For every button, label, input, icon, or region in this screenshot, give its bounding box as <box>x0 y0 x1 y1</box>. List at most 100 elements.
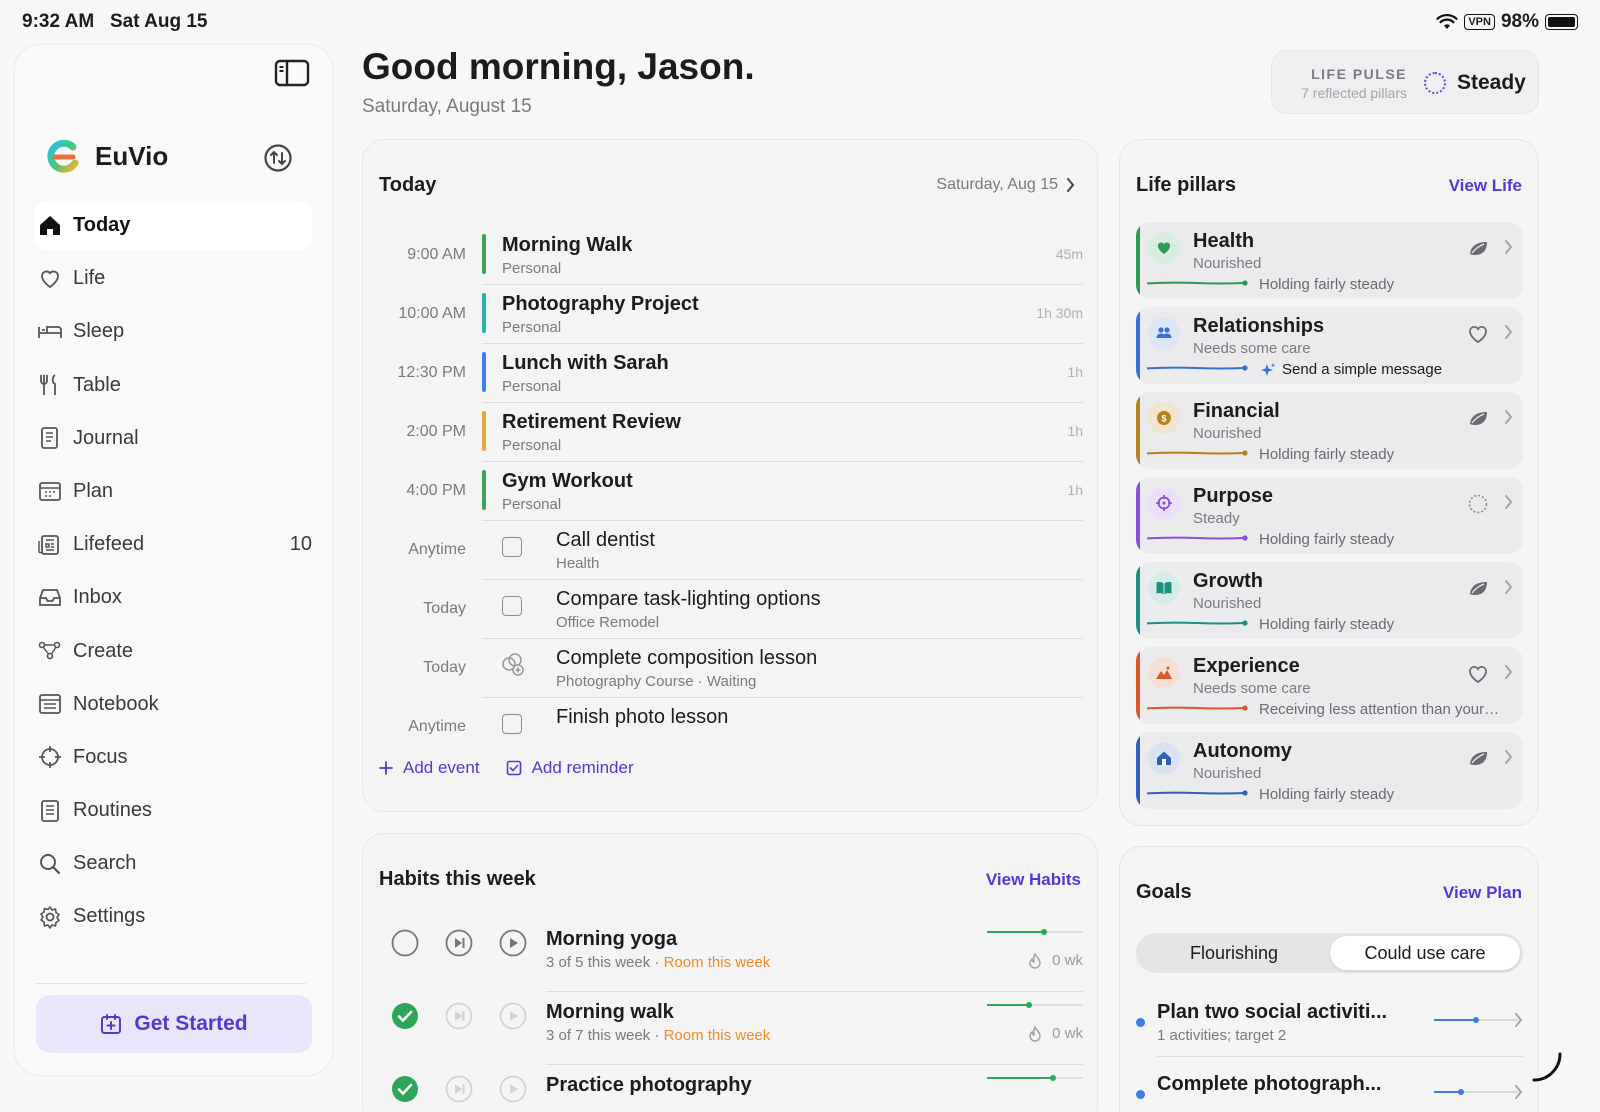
sidebar-item-inbox[interactable]: Inbox <box>35 573 312 622</box>
task-checkbox[interactable] <box>502 714 522 734</box>
pillar-health[interactable]: Health Nourished Holding fairly steady <box>1136 222 1523 299</box>
sidebar-item-table[interactable]: Table <box>35 361 312 410</box>
checkmark-circle-icon[interactable] <box>391 1075 419 1103</box>
segment-flourishing[interactable]: Flourishing <box>1139 936 1329 970</box>
add-event-button[interactable]: Add event <box>379 758 480 778</box>
app-name: EuVio <box>95 140 169 171</box>
event-color-bar <box>482 352 486 392</box>
sidebar-item-notebook[interactable]: Notebook <box>35 680 312 729</box>
pillar-trend-line <box>1146 535 1248 541</box>
add-calendar-icon <box>101 1014 122 1034</box>
skip-icon[interactable] <box>445 929 473 957</box>
habit-progress-track <box>987 1002 1083 1008</box>
habit-streak: 0 wk <box>1028 1025 1083 1042</box>
sidebar-item-lifefeed[interactable]: Lifefeed 10 <box>35 520 312 569</box>
row-divider <box>1157 1056 1523 1057</box>
wifi-icon <box>1436 14 1458 29</box>
checkmark-circle-icon[interactable] <box>391 1002 419 1030</box>
view-habits-link[interactable]: View Habits <box>986 870 1081 890</box>
goal-title: Plan two social activiti... <box>1157 1001 1388 1023</box>
flame-icon <box>1029 1025 1041 1042</box>
life-pulse-sub: 7 reflected pillars <box>1301 85 1407 101</box>
skip-icon[interactable] <box>445 1075 473 1103</box>
pillar-note-text: Holding fairly steady <box>1259 446 1395 463</box>
skip-icon[interactable] <box>445 1002 473 1030</box>
notebook-icon <box>37 691 63 717</box>
chevron-right-icon <box>1504 750 1513 769</box>
pillar-trend-line <box>1146 620 1248 626</box>
agenda-event-row[interactable]: 4:00 PM Gym Workout Personal 1h <box>363 462 1099 521</box>
utensils-icon <box>37 372 63 398</box>
habit-row[interactable]: Practice photography <box>363 1066 1099 1112</box>
agenda-task-row[interactable]: Anytime Finish photo lesson <box>363 698 1099 734</box>
sync-icon[interactable] <box>263 143 293 173</box>
agenda-task-row[interactable]: Today Complete composition lesson Photogra… <box>363 639 1099 698</box>
vpn-badge: VPN <box>1464 14 1495 30</box>
sidebar-item-settings[interactable]: Settings <box>35 892 312 941</box>
goal-row[interactable]: Plan two social activiti... 1 activities;… <box>1136 997 1523 1057</box>
agenda-event-row[interactable]: 2:00 PM Retirement Review Personal 1h <box>363 403 1099 462</box>
play-icon[interactable] <box>499 929 527 957</box>
sidebar-item-journal[interactable]: Journal <box>35 414 312 463</box>
pillar-suggestion[interactable]: Send a simple message <box>1260 361 1442 378</box>
life-pulse-widget[interactable]: LIFE PULSE 7 reflected pillars Steady <box>1271 50 1539 114</box>
sidebar-item-label: Focus <box>73 745 128 768</box>
agenda-task-row[interactable]: Anytime Call dentist Health <box>363 521 1099 580</box>
goal-progress-track <box>1434 1089 1518 1095</box>
checkbox-icon <box>506 760 521 776</box>
play-icon[interactable] <box>499 1075 527 1103</box>
pillar-growth[interactable]: Growth Nourished Holding fairly steady <box>1136 562 1523 639</box>
sidebar-item-search[interactable]: Search <box>35 839 312 888</box>
sidebar-item-label: Lifefeed <box>73 533 145 556</box>
agenda-event-row[interactable]: 12:30 PM Lunch with Sarah Personal 1h <box>363 344 1099 403</box>
event-color-bar <box>482 411 486 451</box>
pillar-note-text: Holding fairly steady <box>1259 276 1395 293</box>
agenda-task-row[interactable]: Today Compare task-lighting options Office… <box>363 580 1099 639</box>
pillar-purpose[interactable]: Purpose Steady Holding fairly steady <box>1136 477 1523 554</box>
pillar-relationships[interactable]: Relationships Needs some care Send a simpl… <box>1136 307 1523 384</box>
segment-could-use-care[interactable]: Could use care <box>1330 936 1520 970</box>
pillar-autonomy[interactable]: Autonomy Nourished Holding fairly steady <box>1136 732 1523 809</box>
pillar-accent <box>1136 392 1140 469</box>
task-checkbox[interactable] <box>502 537 522 557</box>
habit-row[interactable]: Morning walk 3 of 7 this week · Room this… <box>363 993 1099 1065</box>
habit-streak-value: 0 wk <box>1052 952 1083 969</box>
pillar-financial[interactable]: $ Financial Nourished Holding fairly steady <box>1136 392 1523 469</box>
waiting-link-icon[interactable] <box>499 651 527 684</box>
pillar-trend-line <box>1146 705 1248 711</box>
sidebar-item-today[interactable]: Today <box>35 201 312 250</box>
add-reminder-button[interactable]: Add reminder <box>506 758 634 778</box>
today-card: Today Saturday, Aug 15 9:00 AM Morning Wa… <box>362 139 1098 812</box>
sidebar-item-create[interactable]: Create <box>35 627 312 676</box>
goals-segmented-control: Flourishing Could use care <box>1136 933 1523 973</box>
sidebar-item-routines[interactable]: Routines <box>35 786 312 835</box>
sidebar-item-plan[interactable]: Plan <box>35 467 312 516</box>
house-icon <box>1148 742 1180 774</box>
agenda-event-row[interactable]: 9:00 AM Morning Walk Personal 45m <box>363 226 1099 285</box>
task-checkbox[interactable] <box>502 596 522 616</box>
sidebar-item-label: Life <box>73 267 106 290</box>
agenda-event-row[interactable]: 10:00 AM Photography Project Personal 1h 30… <box>363 285 1099 344</box>
sidebar-toggle-icon[interactable] <box>274 59 310 87</box>
play-icon[interactable] <box>499 1002 527 1030</box>
sidebar-item-focus[interactable]: Focus <box>35 733 312 782</box>
greeting-title: Good morning, Jason. <box>362 46 755 87</box>
sidebar-nav: Today Life Sleep Table Journal Plan Lifefeed 10… <box>35 201 312 946</box>
pillar-experience[interactable]: Experience Needs some care Receiving less … <box>1136 647 1523 724</box>
task-title: Compare task-lighting options <box>556 588 821 610</box>
habit-controls <box>391 929 527 957</box>
goal-row[interactable]: Complete photograph... <box>1136 1069 1523 1112</box>
today-date-link[interactable]: Saturday, Aug 15 <box>936 176 1075 194</box>
habit-row[interactable]: Morning yoga 3 of 5 this week · Room this… <box>363 920 1099 992</box>
sidebar-item-life[interactable]: Life <box>35 254 312 303</box>
crosshair-icon <box>1148 487 1180 519</box>
view-plan-link[interactable]: View Plan <box>1443 883 1522 903</box>
get-started-button[interactable]: Get Started <box>36 995 312 1053</box>
task-title: Complete composition lesson <box>556 647 818 669</box>
view-life-link[interactable]: View Life <box>1449 176 1522 196</box>
pillar-accent <box>1136 307 1140 384</box>
sidebar-item-sleep[interactable]: Sleep <box>35 307 312 356</box>
scroll-indicator-icon <box>1532 1052 1562 1082</box>
journal-icon <box>37 425 63 451</box>
empty-circle-icon[interactable] <box>391 929 419 957</box>
